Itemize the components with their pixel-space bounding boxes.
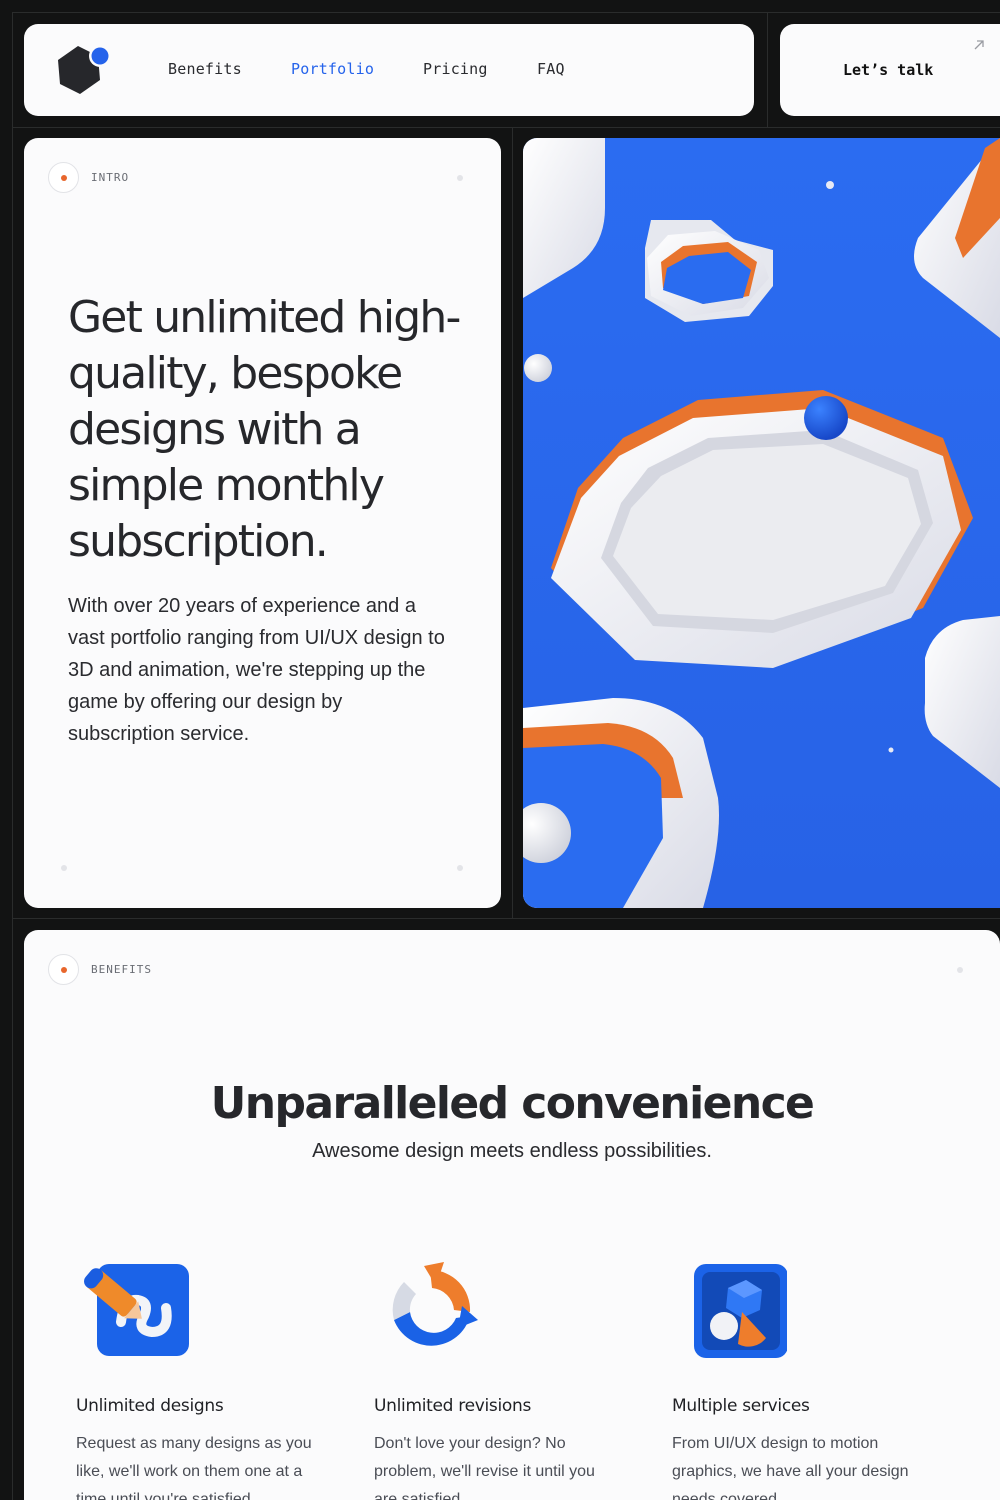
nav-link-portfolio[interactable]: Portfolio <box>291 60 374 78</box>
feature-description: Request as many designs as you like, we'… <box>76 1435 312 1500</box>
nav-link-pricing[interactable]: Pricing <box>423 60 488 78</box>
frame-line <box>12 918 1000 919</box>
intro-section: INTRO Get unlimited high-quality, bespok… <box>24 138 501 908</box>
tag-dot-icon <box>48 162 79 193</box>
corner-dot <box>61 865 67 871</box>
arrow-up-right-icon <box>974 40 984 50</box>
corner-dot <box>457 865 463 871</box>
shapes-app-icon <box>672 1260 788 1360</box>
frame-line <box>767 12 768 128</box>
frame-line <box>12 12 1000 13</box>
frame-line <box>12 12 13 1500</box>
feature-description: From UI/UX design to motion graphics, we… <box>672 1435 909 1500</box>
lets-talk-button[interactable]: Let’s talk <box>780 24 1000 116</box>
corner-dot <box>957 967 963 973</box>
benefits-subtitle: Awesome design meets endless possibiliti… <box>312 1140 712 1162</box>
lets-talk-label: Let’s talk <box>843 61 934 79</box>
feature-title: Unlimited designs <box>76 1396 224 1416</box>
section-tag: INTRO <box>48 162 129 193</box>
feature-description: Don't love your design? No problem, we'l… <box>374 1435 595 1500</box>
frame-line <box>12 127 1000 128</box>
feature-card: Multiple services From UI/UX design to m… <box>672 1260 922 1500</box>
benefits-heading: Unparalleled convenience <box>210 1078 815 1129</box>
feature-card: Unlimited revisions Don't love your desi… <box>374 1260 624 1500</box>
intro-paragraph: With over 20 years of experience and a v… <box>68 595 445 745</box>
feature-title: Multiple services <box>672 1396 810 1416</box>
hero-illustration <box>523 138 1000 908</box>
feature-card: Unlimited designs Request as many design… <box>76 1260 326 1500</box>
navbar: Benefits Portfolio Pricing FAQ <box>24 24 754 116</box>
benefits-section: BENEFITS Unparalleled convenience Awesom… <box>24 930 1000 1500</box>
refresh-arrows-icon <box>374 1260 489 1360</box>
section-tag-label: INTRO <box>91 171 130 184</box>
nav-link-benefits[interactable]: Benefits <box>168 60 242 78</box>
section-tag: BENEFITS <box>48 954 152 985</box>
corner-dot <box>457 175 463 181</box>
nav-link-faq[interactable]: FAQ <box>537 60 565 78</box>
logo-icon[interactable] <box>56 44 112 96</box>
intro-heading: Get unlimited high-quality, bespoke desi… <box>68 292 461 567</box>
feature-title: Unlimited revisions <box>374 1396 532 1416</box>
pencil-app-icon <box>76 1260 191 1360</box>
frame-line <box>512 128 513 918</box>
tag-dot-icon <box>48 954 79 985</box>
section-tag-label: BENEFITS <box>91 963 152 976</box>
